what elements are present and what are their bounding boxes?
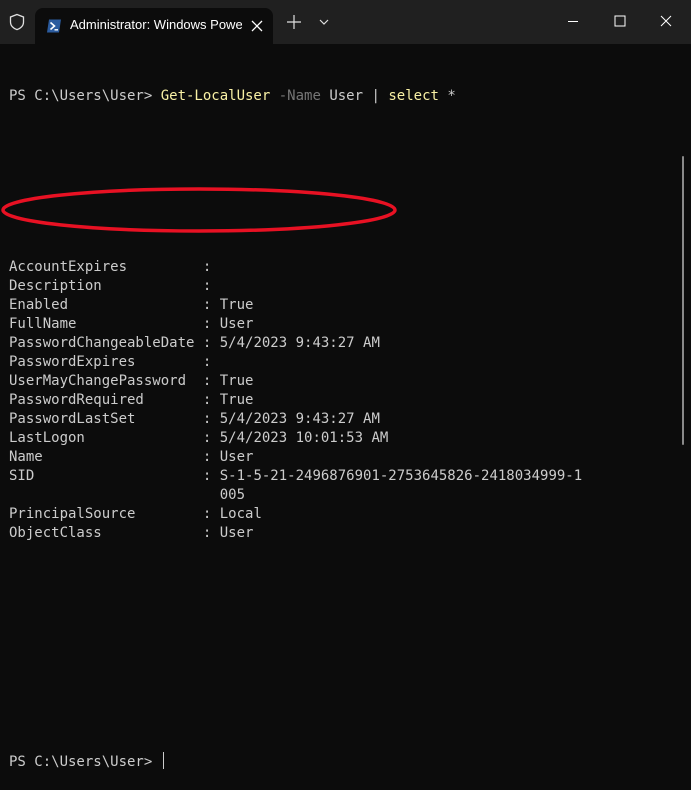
maximize-button[interactable] bbox=[597, 0, 643, 44]
property-separator: : bbox=[202, 354, 220, 370]
property-row: FullName : User bbox=[9, 315, 679, 334]
plus-icon[interactable] bbox=[284, 12, 304, 32]
property-separator: : bbox=[202, 430, 220, 446]
property-separator: : bbox=[202, 316, 220, 332]
property-row: Name : User bbox=[9, 448, 679, 467]
property-name: PasswordRequired bbox=[9, 392, 203, 408]
property-value: User bbox=[219, 525, 254, 541]
close-icon bbox=[660, 15, 672, 27]
property-row: 005 bbox=[9, 486, 679, 505]
property-row: LastLogon : 5/4/2023 10:01:53 AM bbox=[9, 429, 679, 448]
property-name: PasswordChangeableDate bbox=[9, 335, 203, 351]
property-separator bbox=[203, 487, 220, 503]
property-value: User bbox=[219, 316, 254, 332]
select-argument: * bbox=[447, 88, 456, 104]
minimize-button[interactable] bbox=[550, 0, 596, 44]
property-row: ObjectClass : User bbox=[9, 524, 679, 543]
prompt: PS C:\Users\User> bbox=[9, 88, 161, 104]
terminal-output[interactable]: PS C:\Users\User> Get-LocalUser -Name Us… bbox=[9, 49, 679, 790]
property-row: PasswordExpires : bbox=[9, 353, 679, 372]
property-row: PasswordRequired : True bbox=[9, 391, 679, 410]
property-separator: : bbox=[202, 259, 220, 275]
property-name: Name bbox=[9, 449, 203, 465]
property-value: True bbox=[219, 392, 254, 408]
property-name: SID bbox=[9, 468, 203, 484]
property-separator: : bbox=[202, 411, 220, 427]
title-bar: Administrator: Windows PowerShell bbox=[0, 0, 691, 44]
tab-powershell[interactable]: Administrator: Windows PowerShell bbox=[35, 8, 273, 44]
property-value: True bbox=[219, 373, 254, 389]
final-prompt-line[interactable]: PS C:\Users\User> bbox=[9, 752, 679, 771]
final-prompt: PS C:\Users\User> bbox=[9, 754, 161, 770]
close-icon[interactable] bbox=[249, 18, 265, 34]
scrollbar[interactable] bbox=[682, 156, 684, 445]
property-row: PasswordChangeableDate : 5/4/2023 9:43:2… bbox=[9, 334, 679, 353]
property-value: 5/4/2023 9:43:27 AM bbox=[219, 335, 380, 351]
property-name: PasswordLastSet bbox=[9, 411, 203, 427]
property-value: 5/4/2023 9:43:27 AM bbox=[219, 411, 380, 427]
property-name: PasswordExpires bbox=[9, 354, 203, 370]
property-name: FullName bbox=[9, 316, 203, 332]
property-separator: : bbox=[202, 278, 220, 294]
property-row: SID : S-1-5-21-2496876901-2753645826-241… bbox=[9, 467, 679, 486]
minimize-icon bbox=[568, 21, 578, 22]
property-row: AccountExpires : bbox=[9, 258, 679, 277]
parameter-value: User bbox=[329, 88, 364, 104]
property-name: AccountExpires bbox=[9, 259, 203, 275]
powershell-icon bbox=[46, 18, 62, 34]
parameter: -Name bbox=[278, 88, 321, 104]
property-value: User bbox=[219, 449, 254, 465]
text-cursor bbox=[162, 752, 164, 769]
pipe-operator: | bbox=[371, 88, 380, 104]
property-row: Description : bbox=[9, 277, 679, 296]
tab-title: Administrator: Windows PowerShell bbox=[70, 17, 242, 32]
property-separator: : bbox=[202, 468, 220, 484]
property-separator: : bbox=[202, 335, 220, 351]
select-cmdlet: select bbox=[388, 88, 439, 104]
property-separator: : bbox=[202, 525, 220, 541]
property-value: True bbox=[219, 297, 254, 313]
cmdlet: Get-LocalUser bbox=[160, 88, 271, 104]
property-row: PasswordLastSet : 5/4/2023 9:43:27 AM bbox=[9, 410, 679, 429]
property-name: UserMayChangePassword bbox=[9, 373, 203, 389]
property-separator: : bbox=[202, 449, 220, 465]
command-line: PS C:\Users\User> Get-LocalUser -Name Us… bbox=[9, 87, 679, 106]
property-separator: : bbox=[202, 392, 220, 408]
property-separator: : bbox=[202, 506, 220, 522]
maximize-icon bbox=[614, 15, 626, 27]
property-name: Description bbox=[9, 278, 203, 294]
property-value: Local bbox=[219, 506, 262, 522]
property-separator: : bbox=[202, 297, 220, 313]
property-value: S-1-5-21-2496876901-2753645826-241803499… bbox=[219, 468, 583, 484]
property-name: ObjectClass bbox=[9, 525, 203, 541]
property-name: LastLogon bbox=[9, 430, 203, 446]
shield-icon bbox=[8, 13, 26, 31]
property-value: 5/4/2023 10:01:53 AM bbox=[219, 430, 389, 446]
property-row: UserMayChangePassword : True bbox=[9, 372, 679, 391]
property-list: AccountExpires : Description : Enabled :… bbox=[9, 258, 679, 543]
property-name: PrincipalSource bbox=[9, 506, 203, 522]
property-row: PrincipalSource : Local bbox=[9, 505, 679, 524]
property-value: 005 bbox=[219, 487, 246, 503]
property-row: Enabled : True bbox=[9, 296, 679, 315]
close-window-button[interactable] bbox=[643, 0, 689, 44]
property-separator: : bbox=[202, 373, 220, 389]
property-name bbox=[9, 487, 203, 503]
property-name: Enabled bbox=[9, 297, 203, 313]
chevron-down-icon[interactable] bbox=[316, 14, 332, 30]
